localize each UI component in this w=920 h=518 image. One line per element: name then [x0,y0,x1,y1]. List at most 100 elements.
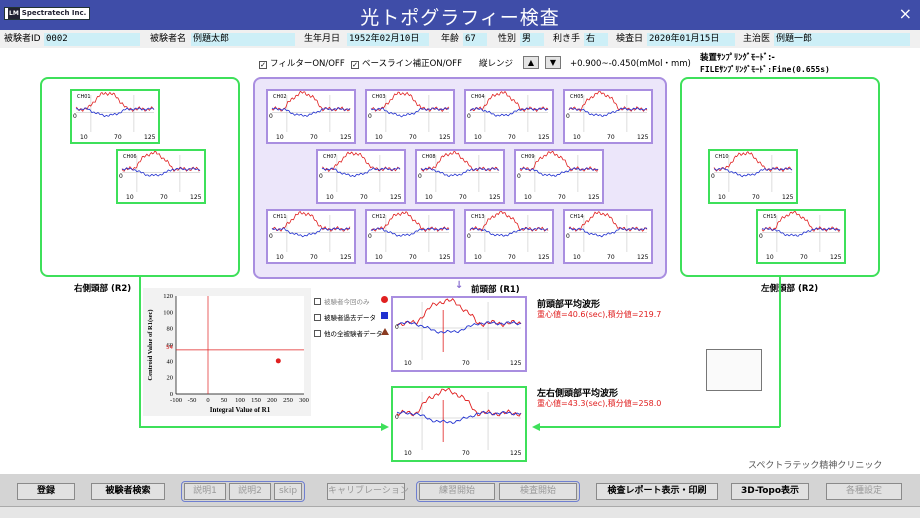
tick-label: 125 [340,254,352,261]
title-bar: LM Spectratech Inc. 光トポグラフィー検査 × [0,0,920,30]
legend-past-checkbox[interactable] [314,314,321,321]
legend-past-label: 被験者過去データ [324,314,376,322]
zero-label: 0 [467,233,471,240]
tick-label: 125 [637,134,649,141]
zero-label: 0 [269,233,273,240]
tick-label: 70 [752,194,760,201]
filter-toggle[interactable]: ✓ フィルターON/OFF [259,58,345,70]
device-sampling-mode: 装置ｻﾝﾌﾟﾘﾝｸﾞﾓｰﾄﾞ:- [700,53,775,63]
connector-arrow-left-icon [532,423,540,431]
calibration-button[interactable]: キャリブレーション [327,483,409,500]
zero-label: 0 [73,113,77,120]
down-arrow-icon: ↓ [455,280,464,291]
frontal-average-waveform: 0 10 70 125 [391,296,527,372]
tick-label: 10 [80,134,88,141]
tick-label: 10 [524,194,532,201]
practice-start-button[interactable]: 練習開始 [419,483,495,500]
tick-label: 70 [310,254,318,261]
handedness-field[interactable]: 右 [584,33,608,46]
sex-field[interactable]: 男 [520,33,544,46]
dob-field[interactable]: 1952年02月10日 [347,33,429,46]
x-tick-label: -100 [170,397,182,404]
deoxy-average-line [396,320,522,334]
deoxy-line [470,107,549,117]
deoxy-line [519,167,599,177]
app-title: 光トポグラフィー検査 [360,7,560,29]
zero-label: 0 [319,173,323,180]
exam-start-button[interactable]: 検査開始 [499,483,577,500]
tick-label: 70 [459,194,467,201]
baseline-label: ベースライン補正ON/OFF [362,59,462,69]
doctor-label: 主治医 [743,34,771,44]
blue-square-icon [381,312,388,319]
scatter-panel: -100 -50 0 50 100 150 200 250 300 0 20 40 60 80 100 120… [143,288,311,416]
channel-name: CH02 [273,94,287,100]
frontal-average-svg [396,298,522,360]
scatter-chart: -100 -50 0 50 100 150 200 250 300020406080100120… [147,293,309,414]
range-up-button[interactable]: ▲ [523,56,539,69]
channel-plot-ch01: CH01 0 10 70 125 [70,89,160,144]
frontal-average-values: 重心値=40.6(sec),積分値=219.7 [537,310,662,319]
zero-label: 0 [368,233,372,240]
tick-label: 125 [439,254,451,261]
x-tick-label: 200 [267,397,277,404]
temporal-average-svg [396,388,522,450]
close-icon[interactable]: × [899,4,912,23]
zero-label: 0 [759,233,763,240]
channel-plot-ch13: CH13 0 10 70 125 [464,209,554,264]
sex-label: 性別 [498,34,517,44]
skip-button[interactable]: skip [274,483,302,500]
connector-right-vertical [139,277,141,427]
avg2-zero-label: 0 [395,414,399,421]
channel-plot-ch08: CH08 0 10 70 125 [415,149,505,204]
x-tick-label: -50 [188,397,197,404]
x-tick-label: 100 [235,397,245,404]
topo3d-button[interactable]: 3D-Topo表示 [731,483,809,500]
channel-name: CH07 [323,154,337,160]
doctor-field[interactable]: 例題一郎 [774,33,910,46]
age-field[interactable]: 67 [463,33,487,46]
baseline-toggle[interactable]: ✓ ベースライン補正ON/OFF [351,58,462,70]
y-tick-label: 80 [167,326,174,333]
temporal-average-values: 重心値=43.3(sec),積分値=258.0 [537,399,662,408]
filter-label: フィルターON/OFF [270,59,345,69]
legend-current-checkbox[interactable] [314,298,321,305]
channel-plot-ch05: CH05 0 10 70 125 [563,89,653,144]
tick-label: 70 [409,254,417,261]
patient-name-label: 被験者名 [150,34,187,44]
x-tick-label: 150 [251,397,261,404]
exam-date-field[interactable]: 2020年01月15日 [647,33,735,46]
tick-label: 125 [637,254,649,261]
channel-name: CH10 [715,154,729,160]
channel-name: CH11 [273,214,287,220]
patient-name-field[interactable]: 例題太郎 [191,33,295,46]
tick-label: 70 [114,134,122,141]
channel-name: CH05 [570,94,584,100]
tick-label: 70 [800,254,808,261]
patient-id-field[interactable]: 0002 [44,33,140,46]
patient-search-button[interactable]: 被験者検索 [91,483,165,500]
zero-label: 0 [467,113,471,120]
tick-label: 70 [607,254,615,261]
legend-others[interactable]: 他の全被験者データ [314,328,383,338]
baseline-checkbox[interactable]: ✓ [351,61,359,69]
channel-plot-ch06: CH06 0 10 70 125 [116,149,206,204]
channel-plot-ch12: CH12 0 10 70 125 [365,209,455,264]
tick-label: 10 [326,194,334,201]
patient-info-bar: 被験者ID 0002 被験者名 例題太郎 生年月日 1952年02月10日 年齢… [0,30,920,48]
settings-button[interactable]: 各種設定 [826,483,902,500]
red-dot-icon [381,296,388,303]
legend-current[interactable]: 被験者今回のみ [314,296,370,306]
legend-past[interactable]: 被験者過去データ [314,312,376,322]
zero-label: 0 [368,113,372,120]
explain2-button[interactable]: 説明2 [229,483,271,500]
tick-label: 10 [276,254,284,261]
register-button[interactable]: 登録 [17,483,75,500]
filter-checkbox[interactable]: ✓ [259,61,267,69]
tick-label: 70 [160,194,168,201]
zero-label: 0 [119,173,123,180]
explain1-button[interactable]: 説明1 [184,483,226,500]
range-down-button[interactable]: ▼ [545,56,561,69]
legend-others-checkbox[interactable] [314,330,321,337]
report-button[interactable]: 検査レポート表示・印刷 [596,483,718,500]
